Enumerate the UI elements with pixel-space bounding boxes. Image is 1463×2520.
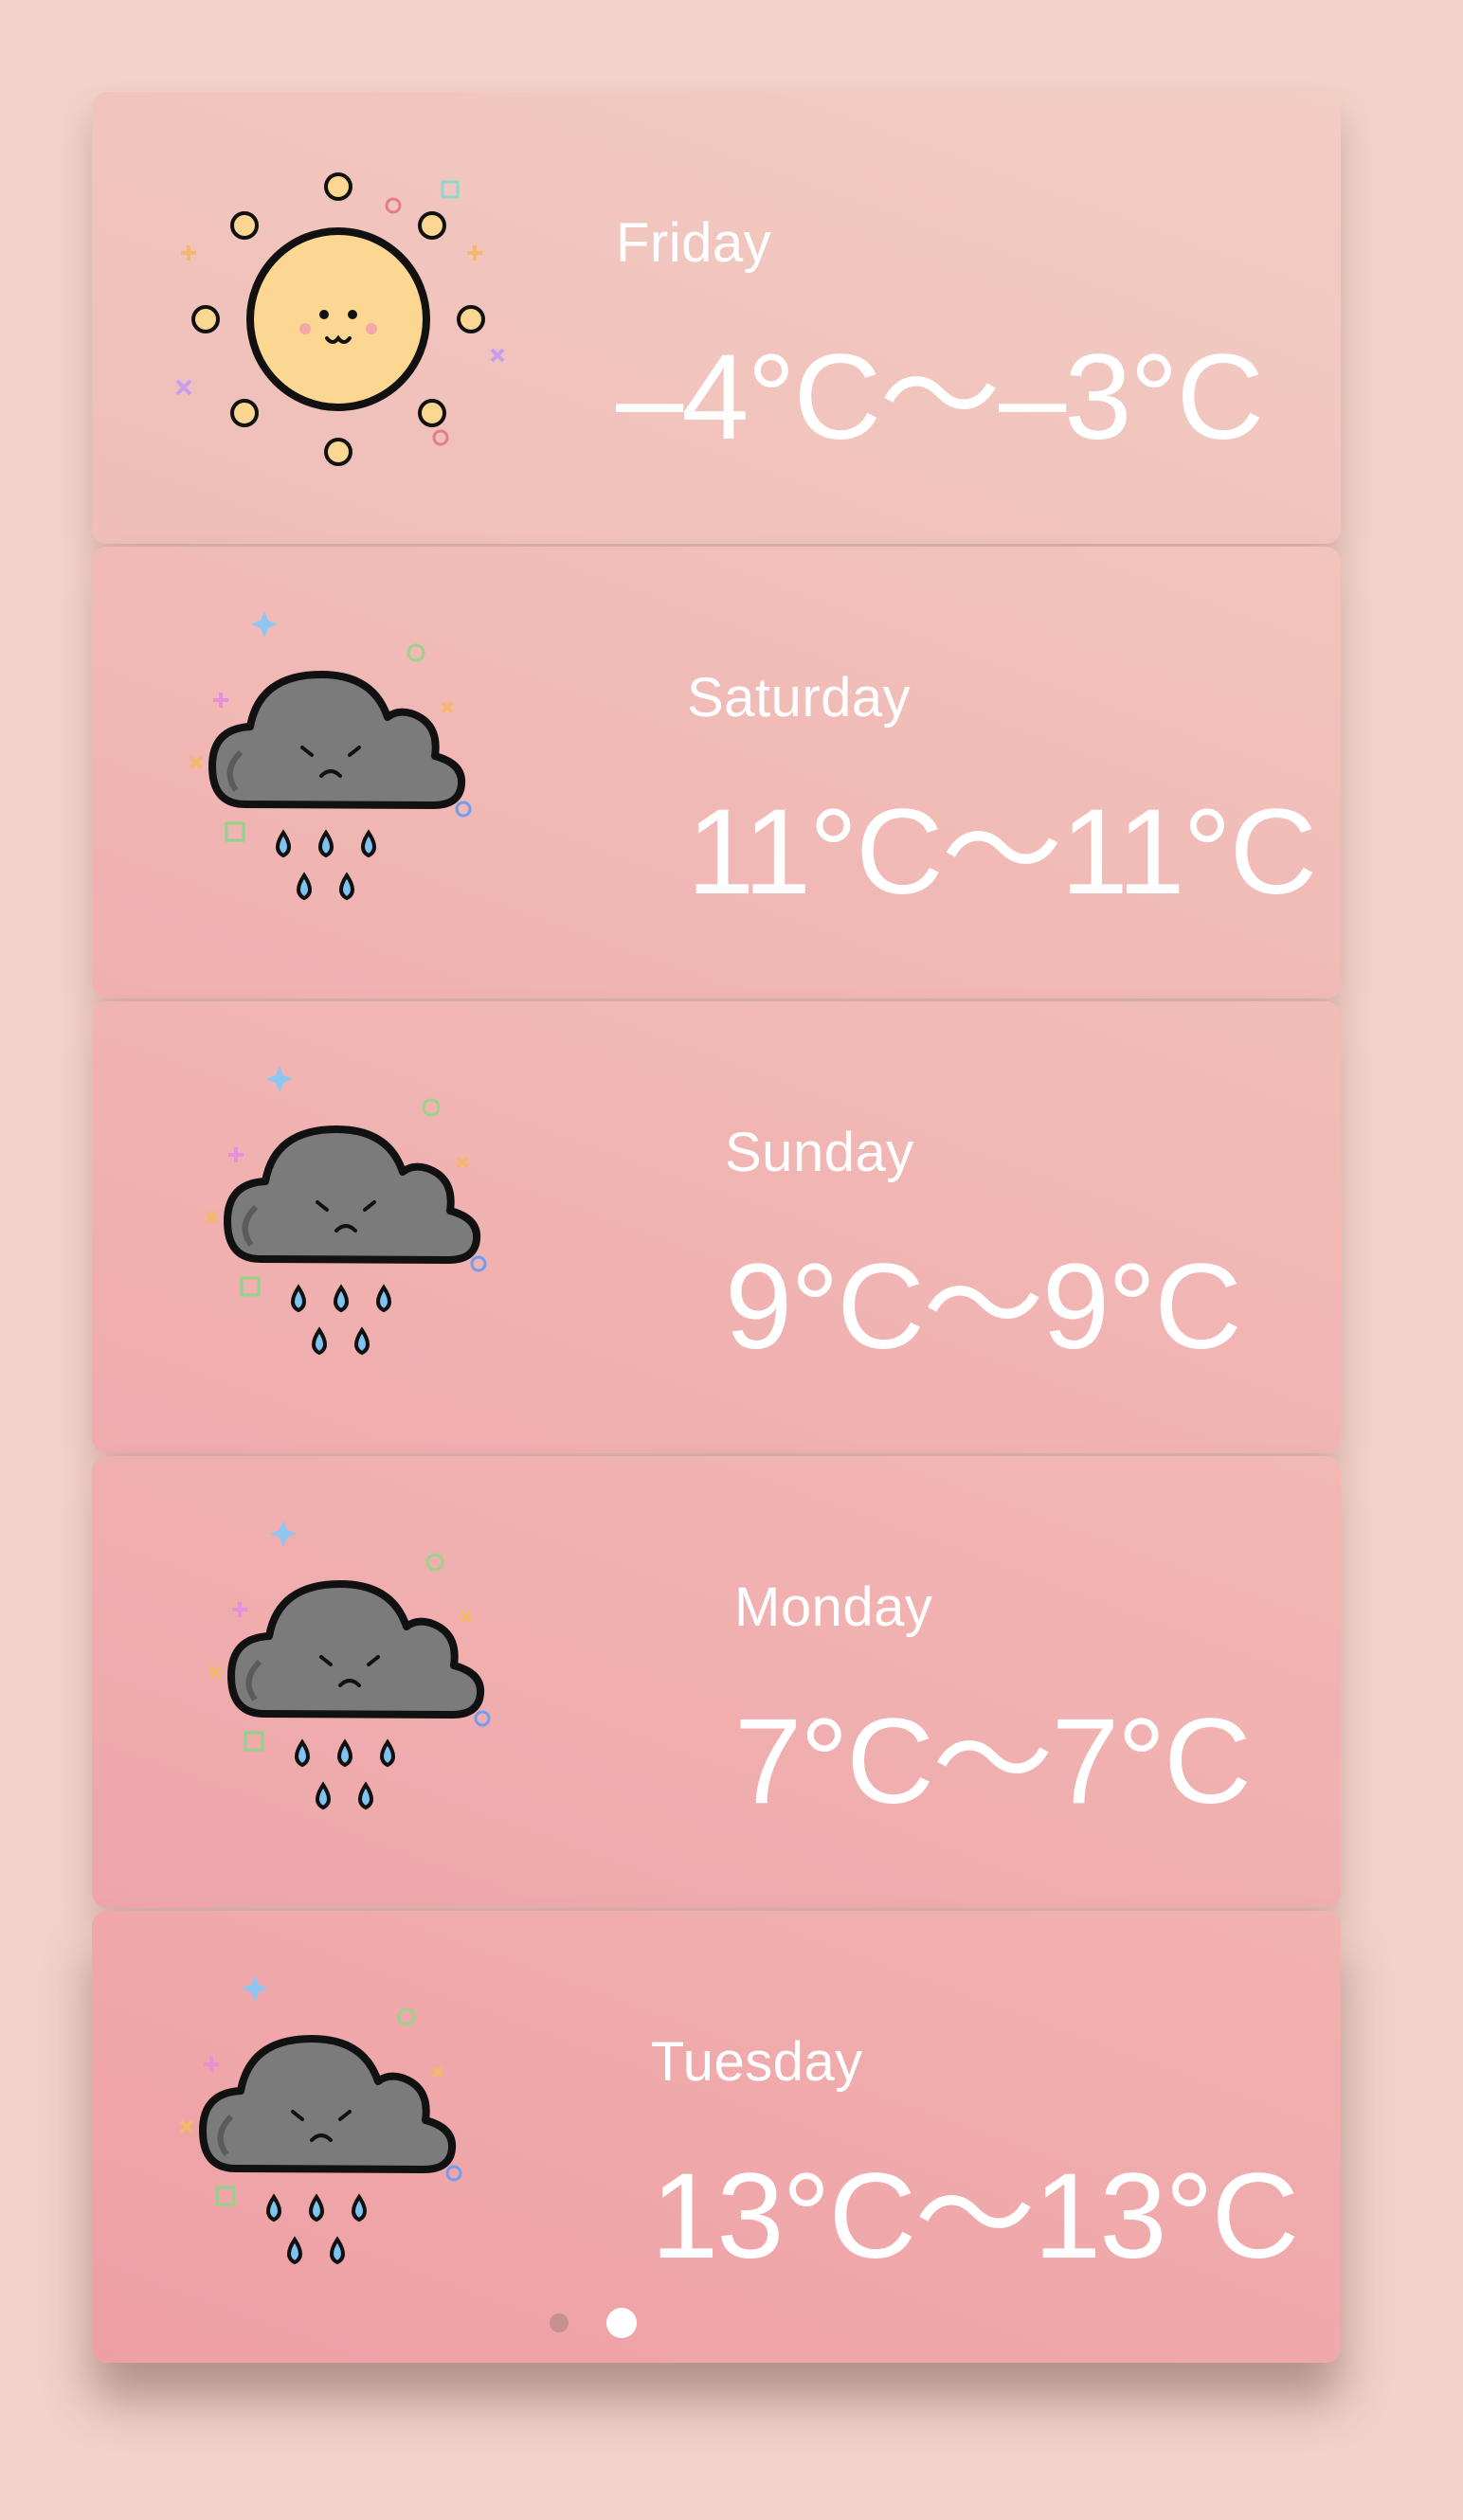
forecast-card-monday[interactable]: Monday 7°C～7°C: [92, 1456, 1341, 1908]
forecast-card-sunday[interactable]: Sunday 9°C～9°C: [92, 1001, 1341, 1453]
forecast-card-friday[interactable]: Friday –4°C～–3°C: [92, 92, 1341, 544]
day-label: Saturday: [687, 667, 912, 729]
temperature-range: 13°C～13°C: [651, 2149, 1299, 2284]
temperature-range: 9°C～9°C: [725, 1239, 1242, 1375]
day-label: Tuesday: [651, 2031, 863, 2093]
forecast-stack: Friday –4°C～–3°C Saturday 11°C～11°C Sund…: [92, 92, 1341, 2363]
sun-icon: [168, 149, 509, 490]
page-indicator[interactable]: [550, 2300, 663, 2338]
rain-cloud-icon: [151, 1970, 492, 2311]
temperature-range: –4°C～–3°C: [616, 330, 1264, 465]
page-dot-2-active[interactable]: [606, 2308, 637, 2338]
page-dot-1[interactable]: [550, 2313, 569, 2332]
rain-cloud-icon: [160, 605, 501, 946]
rain-cloud-icon: [179, 1515, 520, 1856]
forecast-card-saturday[interactable]: Saturday 11°C～11°C: [92, 547, 1341, 999]
temperature-range: 11°C～11°C: [687, 784, 1317, 920]
rain-cloud-icon: [175, 1060, 516, 1401]
day-label: Monday: [734, 1576, 933, 1638]
temperature-range: 7°C～7°C: [734, 1694, 1252, 1829]
day-label: Friday: [616, 212, 772, 274]
forecast-card-tuesday[interactable]: Tuesday 13°C～13°C: [92, 1911, 1341, 2363]
day-label: Sunday: [725, 1122, 914, 1183]
